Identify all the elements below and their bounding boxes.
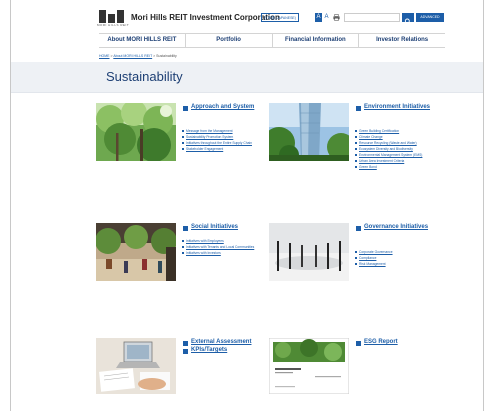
social-section-title[interactable]: Social Initiatives <box>191 224 238 231</box>
breadcrumb-about-link[interactable]: About MORI HILLS REIT <box>113 54 152 58</box>
global-nav: About MORI HILLS REIT Portfolio Financia… <box>99 33 445 48</box>
nav-investor-relations[interactable]: Investor Relations <box>359 34 445 47</box>
esg-report-title[interactable]: ESG Report <box>364 339 398 346</box>
mori-hills-logo-icon[interactable] <box>99 10 125 23</box>
section-kpis: KPIs/Targets <box>183 347 273 354</box>
list-item[interactable]: Resource Recycling (Waste and Water) <box>355 141 435 145</box>
social-links: Initiatives with Employees Initiatives w… <box>182 239 262 257</box>
list-item[interactable]: Initiatives with Employees <box>182 239 262 243</box>
section-bullet-icon <box>183 105 188 111</box>
list-item[interactable]: Initiatives throughout the Entire Supply… <box>182 141 262 145</box>
nav-financial-information[interactable]: Financial Information <box>273 34 360 47</box>
external-assessment-title[interactable]: External Assessment <box>191 339 251 346</box>
governance-links: Corporate Governance Compliance Risk Man… <box>355 250 435 268</box>
meeting-room-image[interactable] <box>269 223 349 281</box>
forest-trees-image[interactable] <box>96 103 176 161</box>
approach-links: Message from the Management Sustainabili… <box>182 129 262 153</box>
page-title: Sustainability <box>106 69 183 84</box>
browser-page: MORI HILLS REIT Mori Hills REIT Investme… <box>10 0 484 411</box>
section-esg-report: ESG Report <box>356 339 436 346</box>
list-item[interactable]: Message from the Management <box>182 129 262 133</box>
city-building-image[interactable] <box>269 103 349 161</box>
advanced-search-button[interactable]: ADVANCED <box>416 13 444 22</box>
list-item[interactable]: Initiatives with Tenants and Local Commu… <box>182 245 262 249</box>
list-item[interactable]: Compliance <box>355 256 435 260</box>
list-item[interactable]: Ecosystem Diversity and Biodiversity <box>355 147 435 151</box>
font-size-large-button[interactable]: A <box>323 13 330 22</box>
list-item[interactable]: Initiatives with Investors <box>182 251 262 255</box>
breadcrumb-separator: > <box>153 54 156 58</box>
environment-links: Green Building Certification Climate Cha… <box>355 129 435 171</box>
search-button[interactable] <box>402 13 414 25</box>
section-bullet-icon <box>183 225 188 231</box>
title-band <box>11 62 483 93</box>
section-bullet-icon <box>356 105 361 111</box>
list-item[interactable]: Stakeholder Engagement <box>182 147 262 151</box>
list-item[interactable]: Corporate Governance <box>355 250 435 254</box>
search-input[interactable] <box>344 13 400 22</box>
section-bullet-icon <box>356 340 361 346</box>
japanese-language-button[interactable]: 日本語 (JAPANESE) <box>261 13 299 22</box>
list-item[interactable]: Risk Management <box>355 262 435 266</box>
environment-section-title[interactable]: Environment Initiatives <box>364 104 430 111</box>
print-icon[interactable] <box>333 14 340 21</box>
list-item[interactable]: Green Bond <box>355 165 435 169</box>
section-bullet-icon <box>183 340 188 346</box>
search-icon <box>404 18 411 25</box>
section-approach: Approach and System <box>183 104 261 111</box>
esg-report-cover-image[interactable] <box>269 338 349 394</box>
laptop-desk-image[interactable] <box>96 338 176 394</box>
governance-section-title[interactable]: Governance Initiatives <box>364 224 428 231</box>
font-size-small-button[interactable]: A <box>315 13 322 22</box>
section-social: Social Initiatives <box>183 224 261 231</box>
approach-section-title[interactable]: Approach and System <box>191 104 254 111</box>
logo-subtitle: MORI HILLS REIT <box>97 23 130 27</box>
kpis-targets-title[interactable]: KPIs/Targets <box>191 347 227 354</box>
list-item[interactable]: Urban Area Investment Criteria <box>355 159 435 163</box>
nav-portfolio[interactable]: Portfolio <box>186 34 273 47</box>
section-bullet-icon <box>183 348 188 354</box>
plaza-people-image[interactable] <box>96 223 176 281</box>
section-governance: Governance Initiatives <box>356 224 436 231</box>
list-item[interactable]: Sustainability Promotion System <box>182 135 262 139</box>
list-item[interactable]: Environmental Management System (EMS) <box>355 153 435 157</box>
breadcrumb-home-link[interactable]: HOME <box>99 54 110 58</box>
list-item[interactable]: Climate Change <box>355 135 435 139</box>
breadcrumb: HOME > About MORI HILLS REIT > Sustainab… <box>99 54 177 58</box>
section-bullet-icon <box>356 225 361 231</box>
list-item[interactable]: Green Building Certification <box>355 129 435 133</box>
breadcrumb-current: Sustainability <box>156 54 177 58</box>
site-title[interactable]: Mori Hills REIT Investment Corporation <box>131 13 280 22</box>
site-header: MORI HILLS REIT Mori Hills REIT Investme… <box>11 0 483 32</box>
nav-about[interactable]: About MORI HILLS REIT <box>99 34 186 47</box>
section-external-assessment: External Assessment <box>183 339 273 346</box>
section-environment: Environment Initiatives <box>356 104 436 111</box>
